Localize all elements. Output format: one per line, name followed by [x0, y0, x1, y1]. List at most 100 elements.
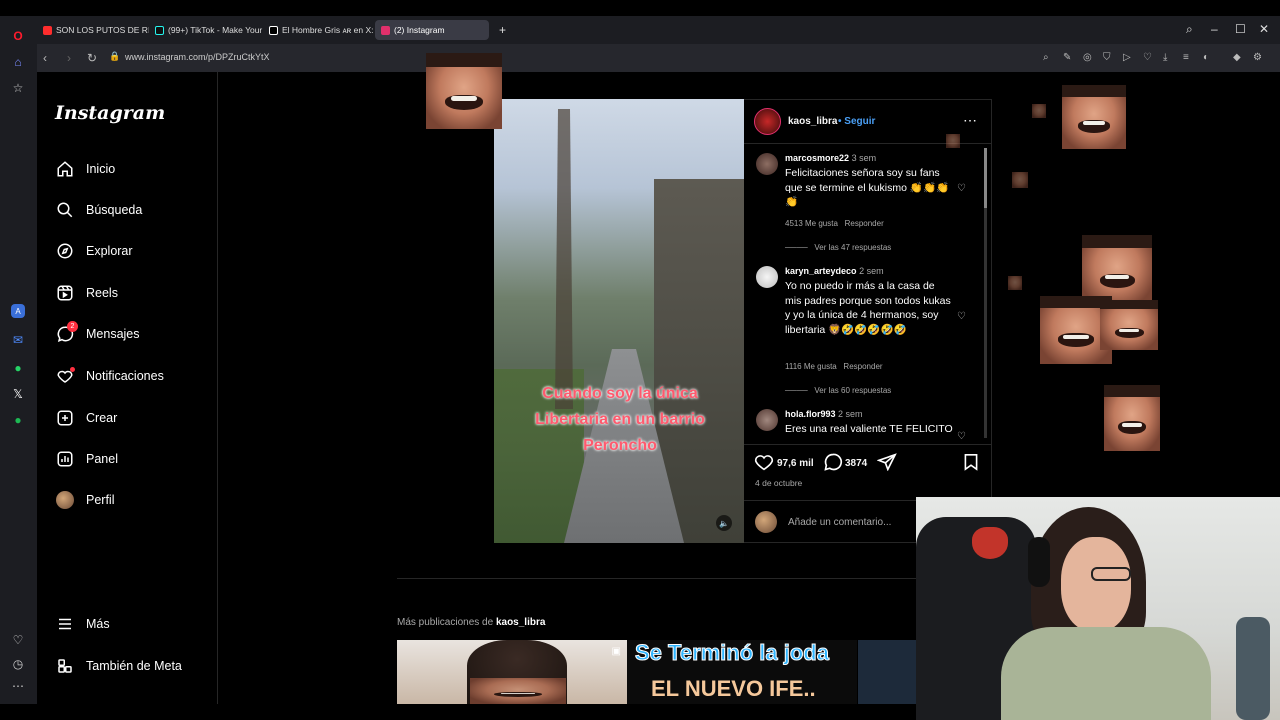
save-icon[interactable] [963, 453, 979, 476]
forward-icon[interactable]: › [67, 51, 71, 65]
chair-logo [972, 527, 1008, 559]
extension-icon[interactable]: ◆ [1233, 52, 1241, 63]
nav-tambien-de-meta[interactable]: También de Meta [55, 654, 182, 678]
close-icon[interactable]: ✕ [1259, 22, 1269, 36]
post-date: 4 de octubre [755, 478, 803, 488]
comment-like-icon[interactable]: ♡ [957, 431, 966, 442]
profile-icon[interactable]: ◐ [1203, 52, 1209, 63]
history-icon[interactable]: ◷ [8, 654, 28, 674]
minimize-icon[interactable]: – [1211, 22, 1218, 36]
aria-icon[interactable]: A [11, 304, 25, 318]
menu-icon[interactable]: ≡ [1183, 52, 1189, 63]
nav-mas[interactable]: Más [55, 612, 110, 636]
comment-avatar[interactable] [756, 409, 778, 431]
author-username[interactable]: kaos_libra [788, 116, 837, 127]
nav-crear[interactable]: Crear [55, 406, 117, 430]
back-icon[interactable]: ‹ [43, 51, 47, 65]
nav-label: Crear [86, 411, 118, 425]
tab-x[interactable]: El Hombre Gris ᴀʀ en X: " [263, 20, 373, 40]
tiktok-icon [155, 25, 164, 35]
comment-like-icon[interactable]: ♡ [957, 311, 966, 322]
post-video[interactable]: Cuando soy la única Libertaria en un bar… [494, 99, 744, 543]
reply-button[interactable]: Responder [843, 362, 882, 371]
view-replies[interactable]: ──── Ver las 60 respuestas [785, 386, 891, 395]
nav-explorar[interactable]: Explorar [55, 239, 133, 263]
tab-tiktok[interactable]: (99+) TikTok - Make Your D [149, 20, 263, 40]
download-icon[interactable]: ⤓ [1163, 52, 1167, 63]
heart-rail-icon[interactable]: ♡ [8, 630, 28, 650]
tab-search-icon[interactable]: ⌕ [1186, 22, 1193, 37]
like-count[interactable]: 97,6 mil [777, 458, 814, 469]
comments-scrollbar[interactable] [984, 148, 987, 438]
settings-icon[interactable]: ⚙ [1253, 52, 1262, 63]
url-field[interactable]: www.instagram.com/p/DPZruCtkYtX [125, 52, 270, 62]
tab-label: El Hombre Gris ᴀʀ en X: " [282, 25, 373, 35]
lock-icon: 🔒 [109, 51, 121, 61]
heart-toolbar-icon[interactable]: ♡ [1143, 52, 1152, 63]
bookmark-icon[interactable]: ☆ [8, 78, 28, 98]
nav-reels[interactable]: Reels [55, 281, 118, 305]
more-post-thumbnail[interactable]: Se Terminó la joda EL NUEVO IFE.. [627, 640, 857, 704]
camera-icon[interactable]: ◎ [1083, 52, 1092, 63]
maximize-icon[interactable]: ☐ [1235, 22, 1246, 36]
play-icon[interactable]: ▷ [1123, 52, 1131, 63]
nav-notificaciones[interactable]: Notificaciones [55, 364, 164, 388]
messenger-icon: 2 [55, 321, 78, 344]
streamer-face [1061, 537, 1131, 632]
tab-label: (2) Instagram [394, 25, 445, 35]
comment-avatar[interactable] [756, 266, 778, 288]
share-icon[interactable] [876, 453, 897, 476]
more-post-thumbnail[interactable] [858, 640, 918, 704]
tab-label: (99+) TikTok - Make Your D [168, 25, 263, 35]
edit-icon[interactable]: ✎ [1063, 52, 1071, 63]
comment-like-icon[interactable]: ♡ [957, 183, 966, 194]
messenger-app-icon[interactable]: ✉ [8, 330, 28, 350]
add-comment-input[interactable]: Añade un comentario... [788, 517, 891, 528]
nav-label: Inicio [86, 162, 116, 176]
zoom-icon[interactable]: ⌕ [1043, 52, 1049, 63]
author-avatar[interactable] [754, 108, 781, 135]
chart-icon [55, 449, 75, 469]
opera-logo-icon[interactable]: O [8, 26, 28, 46]
tab-instagram[interactable]: (2) Instagram [375, 20, 489, 40]
new-tab-button[interactable]: + [493, 20, 509, 40]
nav-inicio[interactable]: Inicio [55, 157, 115, 181]
shield-icon[interactable]: ⛉ [1103, 52, 1111, 63]
whatsapp-icon[interactable]: ● [8, 358, 28, 378]
browser-sidebar: O ⌂ ☆ A ✉ ● 𝕏 ● ♡ ◷ ⋯ [0, 16, 37, 704]
more-rail-icon[interactable]: ⋯ [8, 676, 28, 696]
more-posts-user[interactable]: kaos_libra [496, 617, 545, 628]
nav-label: También de Meta [86, 659, 182, 673]
comment-username[interactable]: hola.flor993 2 sem [785, 409, 863, 419]
home-icon[interactable]: ⌂ [8, 52, 28, 72]
nav-panel[interactable]: Panel [55, 447, 118, 471]
nav-perfil[interactable]: Perfil [55, 488, 114, 512]
tab-youtube[interactable]: SON LOS PUTOS DE RIBE [37, 20, 149, 40]
spotify-icon[interactable]: ● [8, 410, 28, 430]
comment-icon[interactable] [823, 452, 843, 477]
view-replies-label: Ver las 60 respuestas [814, 386, 892, 395]
reels-icon [55, 283, 75, 303]
nav-label: Notificaciones [86, 369, 164, 383]
like-icon[interactable] [754, 453, 774, 476]
comment-likes: 4513 Me gusta [785, 219, 838, 228]
streamer-shirt [1001, 627, 1211, 720]
comment-avatar[interactable] [756, 153, 778, 175]
follow-button[interactable]: • Seguir [838, 116, 875, 127]
x-app-icon[interactable]: 𝕏 [8, 384, 28, 404]
more-options-icon[interactable]: ⋯ [963, 112, 977, 129]
home-icon [55, 159, 75, 179]
comment-time: 2 sem [859, 266, 884, 276]
reload-icon[interactable]: ↻ [87, 51, 97, 65]
nav-busqueda[interactable]: Búsqueda [55, 198, 142, 222]
comment-meta: 1116 Me gusta Responder [785, 362, 883, 371]
comment-username[interactable]: marcosmore22 3 sem [785, 153, 876, 163]
instagram-logo[interactable]: Instagram [55, 102, 165, 124]
thumb-subtitle: EL NUEVO IFE.. [651, 676, 816, 701]
mute-icon[interactable]: 🔈 [716, 515, 732, 531]
comment-username[interactable]: karyn_arteydeco 2 sem [785, 266, 884, 276]
nav-mensajes[interactable]: 2 Mensajes [55, 321, 140, 346]
meta-grid-icon [55, 656, 75, 676]
view-replies[interactable]: ──── Ver las 47 respuestas [785, 243, 891, 252]
reply-button[interactable]: Responder [845, 219, 884, 228]
